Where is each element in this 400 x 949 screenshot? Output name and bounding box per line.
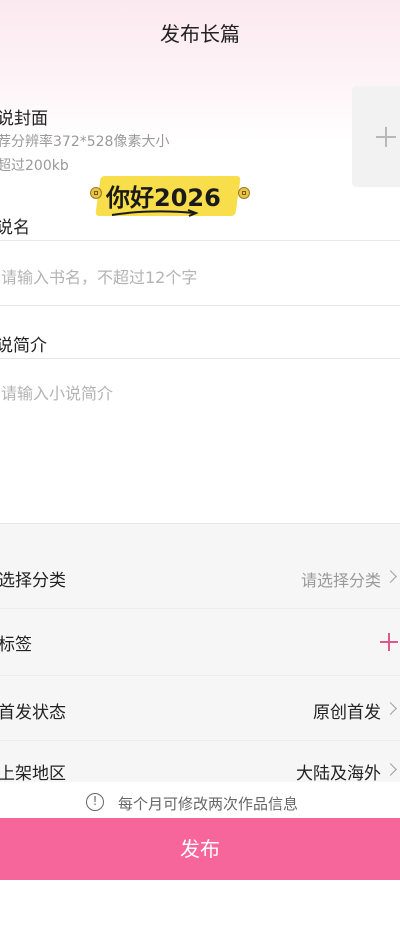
section-gap [0,524,400,546]
publish-button[interactable]: 发布 [0,818,400,880]
swoosh-arrow-icon [111,209,199,217]
chevron-right-icon [384,570,397,583]
options-list: 选择分类 请选择分类 标签 首发状态 原创首发 上架地区 大陆及海外 [0,546,400,784]
divider [0,305,400,306]
intro-textarea[interactable]: 请输入小说简介 [1,380,113,404]
region-row[interactable]: 上架地区 大陆及海外 [0,741,400,784]
divider [0,240,400,241]
notice-text: 每个月可修改两次作品信息 [118,795,299,813]
page-title: 发布长篇 [160,22,240,46]
add-tag-icon[interactable] [380,633,398,651]
tags-row[interactable]: 标签 [0,609,400,675]
status-label: 首发状态 [0,703,66,723]
new-year-banner: 你好2026 [88,173,253,219]
intro-label: 说简介 [0,336,47,356]
first-release-status-row[interactable]: 首发状态 原创首发 [0,676,400,740]
info-icon: ! [86,793,104,811]
coin-icon [238,187,250,199]
edit-limit-notice: ! 每个月可修改两次作品信息 [0,788,400,818]
category-value: 请选择分类 [300,571,381,590]
cover-hint-size: 超过200kb [0,158,69,174]
book-name-label: 说名 [0,218,30,238]
chevron-right-icon [384,702,397,715]
book-name-input[interactable]: 请输入书名，不超过12个字 [1,264,197,288]
category-label: 选择分类 [0,571,66,591]
chevron-right-icon [384,763,397,776]
cover-hint-resolution: 荐分辨率372*528像素大小 [0,134,170,150]
tags-label: 标签 [0,635,32,655]
status-value: 原创首发 [313,703,381,723]
divider [0,358,400,359]
region-value: 大陆及海外 [296,764,381,784]
cover-label: 说封面 [0,109,48,129]
category-row[interactable]: 选择分类 请选择分类 [0,546,400,608]
banner-text: 你好2026 [106,184,221,212]
region-label: 上架地区 [0,764,66,784]
coin-icon [90,187,102,199]
add-cover-button[interactable] [352,86,400,187]
